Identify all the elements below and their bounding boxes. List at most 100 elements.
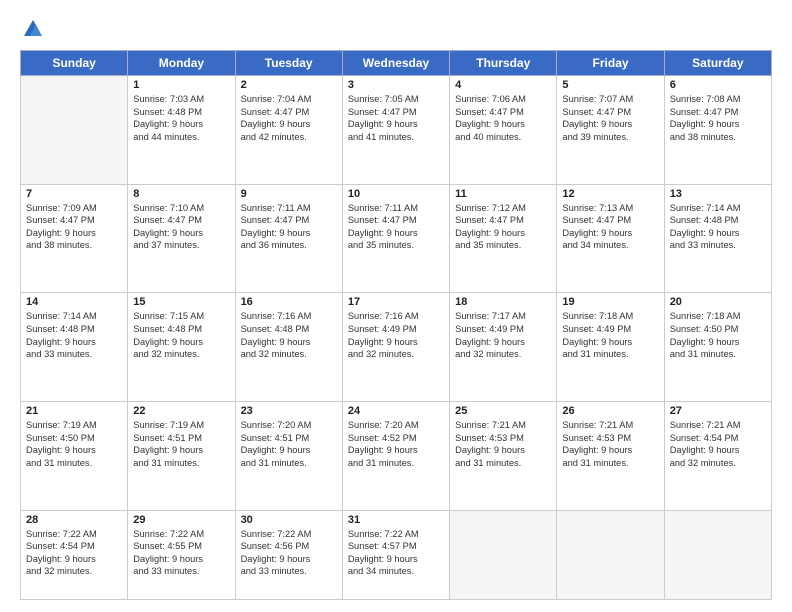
sunrise-text: Sunrise: 7:20 AM — [241, 419, 337, 432]
sunrise-text: Sunrise: 7:17 AM — [455, 310, 551, 323]
daylight-line1: Daylight: 9 hours — [241, 227, 337, 240]
calendar-cell: 9Sunrise: 7:11 AMSunset: 4:47 PMDaylight… — [235, 184, 342, 293]
sunrise-text: Sunrise: 7:18 AM — [562, 310, 658, 323]
daylight-line2: and 35 minutes. — [348, 239, 444, 252]
sunset-text: Sunset: 4:53 PM — [562, 432, 658, 445]
daylight-line1: Daylight: 9 hours — [348, 444, 444, 457]
day-number: 27 — [670, 405, 766, 417]
sunset-text: Sunset: 4:55 PM — [133, 540, 229, 553]
calendar-cell: 26Sunrise: 7:21 AMSunset: 4:53 PMDayligh… — [557, 402, 664, 511]
sunset-text: Sunset: 4:47 PM — [670, 106, 766, 119]
calendar-cell: 14Sunrise: 7:14 AMSunset: 4:48 PMDayligh… — [21, 293, 128, 402]
day-number: 17 — [348, 296, 444, 308]
sunset-text: Sunset: 4:49 PM — [455, 323, 551, 336]
sunrise-text: Sunrise: 7:03 AM — [133, 93, 229, 106]
sunrise-text: Sunrise: 7:22 AM — [241, 528, 337, 541]
calendar-cell: 2Sunrise: 7:04 AMSunset: 4:47 PMDaylight… — [235, 76, 342, 185]
calendar-cell: 24Sunrise: 7:20 AMSunset: 4:52 PMDayligh… — [342, 402, 449, 511]
sunrise-text: Sunrise: 7:11 AM — [348, 202, 444, 215]
daylight-line1: Daylight: 9 hours — [241, 553, 337, 566]
daylight-line2: and 31 minutes. — [562, 457, 658, 470]
calendar-cell: 21Sunrise: 7:19 AMSunset: 4:50 PMDayligh… — [21, 402, 128, 511]
week-row-3: 14Sunrise: 7:14 AMSunset: 4:48 PMDayligh… — [21, 293, 772, 402]
calendar-cell: 28Sunrise: 7:22 AMSunset: 4:54 PMDayligh… — [21, 510, 128, 599]
sunset-text: Sunset: 4:48 PM — [133, 323, 229, 336]
logo — [20, 18, 44, 40]
calendar-cell: 20Sunrise: 7:18 AMSunset: 4:50 PMDayligh… — [664, 293, 771, 402]
sunset-text: Sunset: 4:48 PM — [670, 214, 766, 227]
sunset-text: Sunset: 4:54 PM — [670, 432, 766, 445]
daylight-line2: and 32 minutes. — [26, 565, 122, 578]
week-row-5: 28Sunrise: 7:22 AMSunset: 4:54 PMDayligh… — [21, 510, 772, 599]
header — [20, 18, 772, 40]
daylight-line2: and 32 minutes. — [670, 457, 766, 470]
sunrise-text: Sunrise: 7:05 AM — [348, 93, 444, 106]
day-number: 3 — [348, 79, 444, 91]
calendar-cell: 18Sunrise: 7:17 AMSunset: 4:49 PMDayligh… — [450, 293, 557, 402]
sunrise-text: Sunrise: 7:13 AM — [562, 202, 658, 215]
day-number: 15 — [133, 296, 229, 308]
sunrise-text: Sunrise: 7:22 AM — [348, 528, 444, 541]
day-number: 28 — [26, 514, 122, 526]
sunset-text: Sunset: 4:49 PM — [562, 323, 658, 336]
daylight-line2: and 32 minutes. — [455, 348, 551, 361]
day-number: 30 — [241, 514, 337, 526]
daylight-line1: Daylight: 9 hours — [670, 118, 766, 131]
daylight-line2: and 31 minutes. — [133, 457, 229, 470]
daylight-line1: Daylight: 9 hours — [26, 227, 122, 240]
calendar-cell: 22Sunrise: 7:19 AMSunset: 4:51 PMDayligh… — [128, 402, 235, 511]
daylight-line2: and 41 minutes. — [348, 131, 444, 144]
day-header-monday: Monday — [128, 51, 235, 76]
daylight-line2: and 33 minutes. — [670, 239, 766, 252]
daylight-line1: Daylight: 9 hours — [348, 336, 444, 349]
sunset-text: Sunset: 4:47 PM — [348, 106, 444, 119]
sunset-text: Sunset: 4:48 PM — [133, 106, 229, 119]
daylight-line2: and 44 minutes. — [133, 131, 229, 144]
daylight-line2: and 39 minutes. — [562, 131, 658, 144]
calendar-cell: 6Sunrise: 7:08 AMSunset: 4:47 PMDaylight… — [664, 76, 771, 185]
day-number: 5 — [562, 79, 658, 91]
sunrise-text: Sunrise: 7:10 AM — [133, 202, 229, 215]
day-number: 16 — [241, 296, 337, 308]
daylight-line1: Daylight: 9 hours — [455, 444, 551, 457]
day-number: 21 — [26, 405, 122, 417]
day-number: 31 — [348, 514, 444, 526]
day-number: 4 — [455, 79, 551, 91]
sunset-text: Sunset: 4:48 PM — [241, 323, 337, 336]
calendar-cell: 17Sunrise: 7:16 AMSunset: 4:49 PMDayligh… — [342, 293, 449, 402]
daylight-line1: Daylight: 9 hours — [455, 336, 551, 349]
calendar-cell: 10Sunrise: 7:11 AMSunset: 4:47 PMDayligh… — [342, 184, 449, 293]
calendar-cell — [664, 510, 771, 599]
day-number: 20 — [670, 296, 766, 308]
sunset-text: Sunset: 4:50 PM — [670, 323, 766, 336]
daylight-line2: and 33 minutes. — [26, 348, 122, 361]
sunrise-text: Sunrise: 7:12 AM — [455, 202, 551, 215]
day-number: 8 — [133, 188, 229, 200]
sunset-text: Sunset: 4:47 PM — [241, 214, 337, 227]
daylight-line2: and 36 minutes. — [241, 239, 337, 252]
calendar-cell: 25Sunrise: 7:21 AMSunset: 4:53 PMDayligh… — [450, 402, 557, 511]
day-number: 6 — [670, 79, 766, 91]
sunset-text: Sunset: 4:53 PM — [455, 432, 551, 445]
daylight-line1: Daylight: 9 hours — [455, 227, 551, 240]
daylight-line2: and 42 minutes. — [241, 131, 337, 144]
daylight-line1: Daylight: 9 hours — [26, 336, 122, 349]
sunrise-text: Sunrise: 7:18 AM — [670, 310, 766, 323]
calendar-cell: 13Sunrise: 7:14 AMSunset: 4:48 PMDayligh… — [664, 184, 771, 293]
daylight-line2: and 32 minutes. — [348, 348, 444, 361]
daylight-line2: and 34 minutes. — [562, 239, 658, 252]
day-header-sunday: Sunday — [21, 51, 128, 76]
logo-icon — [22, 18, 44, 40]
calendar-cell: 12Sunrise: 7:13 AMSunset: 4:47 PMDayligh… — [557, 184, 664, 293]
calendar-cell: 1Sunrise: 7:03 AMSunset: 4:48 PMDaylight… — [128, 76, 235, 185]
daylight-line1: Daylight: 9 hours — [562, 227, 658, 240]
calendar-cell: 5Sunrise: 7:07 AMSunset: 4:47 PMDaylight… — [557, 76, 664, 185]
sunset-text: Sunset: 4:47 PM — [455, 214, 551, 227]
daylight-line1: Daylight: 9 hours — [133, 336, 229, 349]
sunset-text: Sunset: 4:47 PM — [562, 106, 658, 119]
week-row-2: 7Sunrise: 7:09 AMSunset: 4:47 PMDaylight… — [21, 184, 772, 293]
day-number: 1 — [133, 79, 229, 91]
daylight-line1: Daylight: 9 hours — [241, 118, 337, 131]
sunrise-text: Sunrise: 7:21 AM — [455, 419, 551, 432]
daylight-line1: Daylight: 9 hours — [562, 118, 658, 131]
